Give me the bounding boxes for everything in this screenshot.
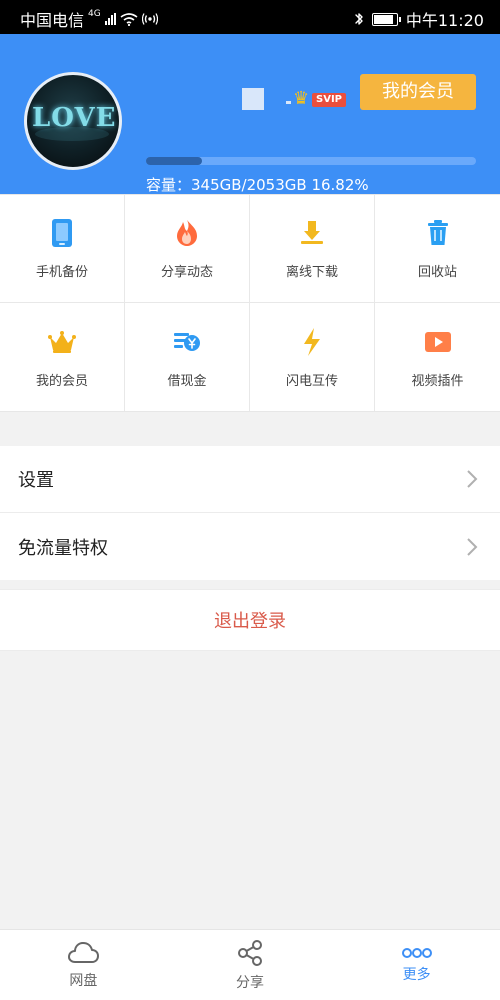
username-dot (286, 101, 291, 104)
avatar[interactable]: LOVE (24, 72, 122, 170)
grid-item-offline-download[interactable]: 离线下载 (250, 195, 375, 303)
storage-capacity: 容量：345GB/2053GB 16.82% (146, 176, 369, 194)
vip-crown-icon: ♛ (293, 88, 310, 109)
clock: 中午11:20 (405, 11, 484, 30)
bluetooth-icon (355, 13, 363, 25)
grid-label-offline-download: 离线下载 (285, 265, 338, 280)
grid-label-lightning-transfer: 闪电互传 (285, 373, 338, 389)
nav-item-share[interactable]: 分享 (167, 930, 334, 1000)
nav-label-more: 更多 (402, 967, 431, 983)
settings-menu: 设置 免流量特权 (0, 446, 500, 580)
carrier-name: 中国电信 (20, 11, 85, 30)
status-bar: 中国电信 4G 中午11:20 (0, 0, 500, 34)
network-type: 4G (88, 9, 101, 19)
phone-icon (46, 217, 78, 249)
menu-label-free-data-privilege: 免流量特权 (18, 537, 108, 559)
grid-label-my-membership: 我的会员 (35, 373, 88, 389)
share-icon (238, 940, 262, 966)
battery-fill (373, 14, 394, 24)
nav-label-share: 分享 (236, 975, 264, 991)
logout-button[interactable]: 退出登录 (0, 589, 500, 651)
profile-header: LOVE ♛ SVIP 我的会员 容量：345GB/2053GB 16.82% (0, 34, 500, 194)
chevron-right-icon (462, 537, 482, 557)
grid-item-my-membership[interactable]: 我的会员 (0, 303, 125, 411)
nav-item-more[interactable]: 更多 (333, 930, 500, 1000)
nav-label-netdisk: 网盘 (69, 973, 98, 989)
trash-icon (422, 217, 454, 249)
svip-badge: SVIP (312, 93, 346, 107)
grid-item-recycle-bin[interactable]: 回收站 (375, 195, 500, 303)
fire-icon (171, 217, 203, 249)
lightning-icon (296, 326, 328, 358)
grid-item-video-plugin[interactable]: 视频插件 (375, 303, 500, 411)
grid-label-phone-backup: 手机备份 (35, 265, 88, 280)
grid-label-share-feed: 分享动态 (160, 265, 213, 280)
avatar-art: LOVE (32, 103, 117, 133)
username-blurred (242, 88, 264, 110)
grid-item-phone-backup[interactable]: 手机备份 (0, 195, 125, 303)
grid-label-recycle-bin: 回收站 (417, 265, 457, 280)
menu-row-free-data-privilege[interactable]: 免流量特权 (0, 513, 500, 580)
status-left: 中国电信 4G (20, 7, 158, 31)
feature-grid: 手机备份 分享动态 离线下载 回收站 我的会员 借现金 闪电互传 视频插件 (0, 194, 500, 412)
more-icon (401, 948, 432, 958)
grid-item-borrow-cash[interactable]: 借现金 (125, 303, 250, 411)
wifi-icon (120, 13, 138, 26)
hotspot-icon (141, 13, 158, 25)
menu-row-settings[interactable]: 设置 (0, 446, 500, 513)
crown-icon (46, 326, 78, 358)
grid-label-borrow-cash: 借现金 (167, 373, 207, 389)
cash-icon (171, 326, 203, 358)
menu-label-settings: 设置 (18, 470, 54, 491)
battery-icon (371, 12, 401, 26)
storage-progress-fill (146, 157, 202, 165)
logout-label: 退出登录 (214, 611, 286, 632)
nav-item-netdisk[interactable]: 网盘 (0, 930, 167, 1000)
signal-icon (104, 13, 116, 25)
video-icon (422, 326, 454, 358)
storage-progress (146, 157, 476, 165)
status-right: 中午11:20 (354, 7, 484, 31)
chevron-right-icon (462, 469, 482, 489)
cloud-icon (68, 942, 100, 963)
my-membership-button[interactable]: 我的会员 (360, 74, 476, 110)
grid-label-video-plugin: 视频插件 (411, 373, 464, 389)
bottom-nav: 网盘 分享 更多 (0, 929, 500, 1000)
grid-item-share-feed[interactable]: 分享动态 (125, 195, 250, 303)
grid-item-lightning-transfer[interactable]: 闪电互传 (250, 303, 375, 411)
download-icon (296, 217, 328, 249)
